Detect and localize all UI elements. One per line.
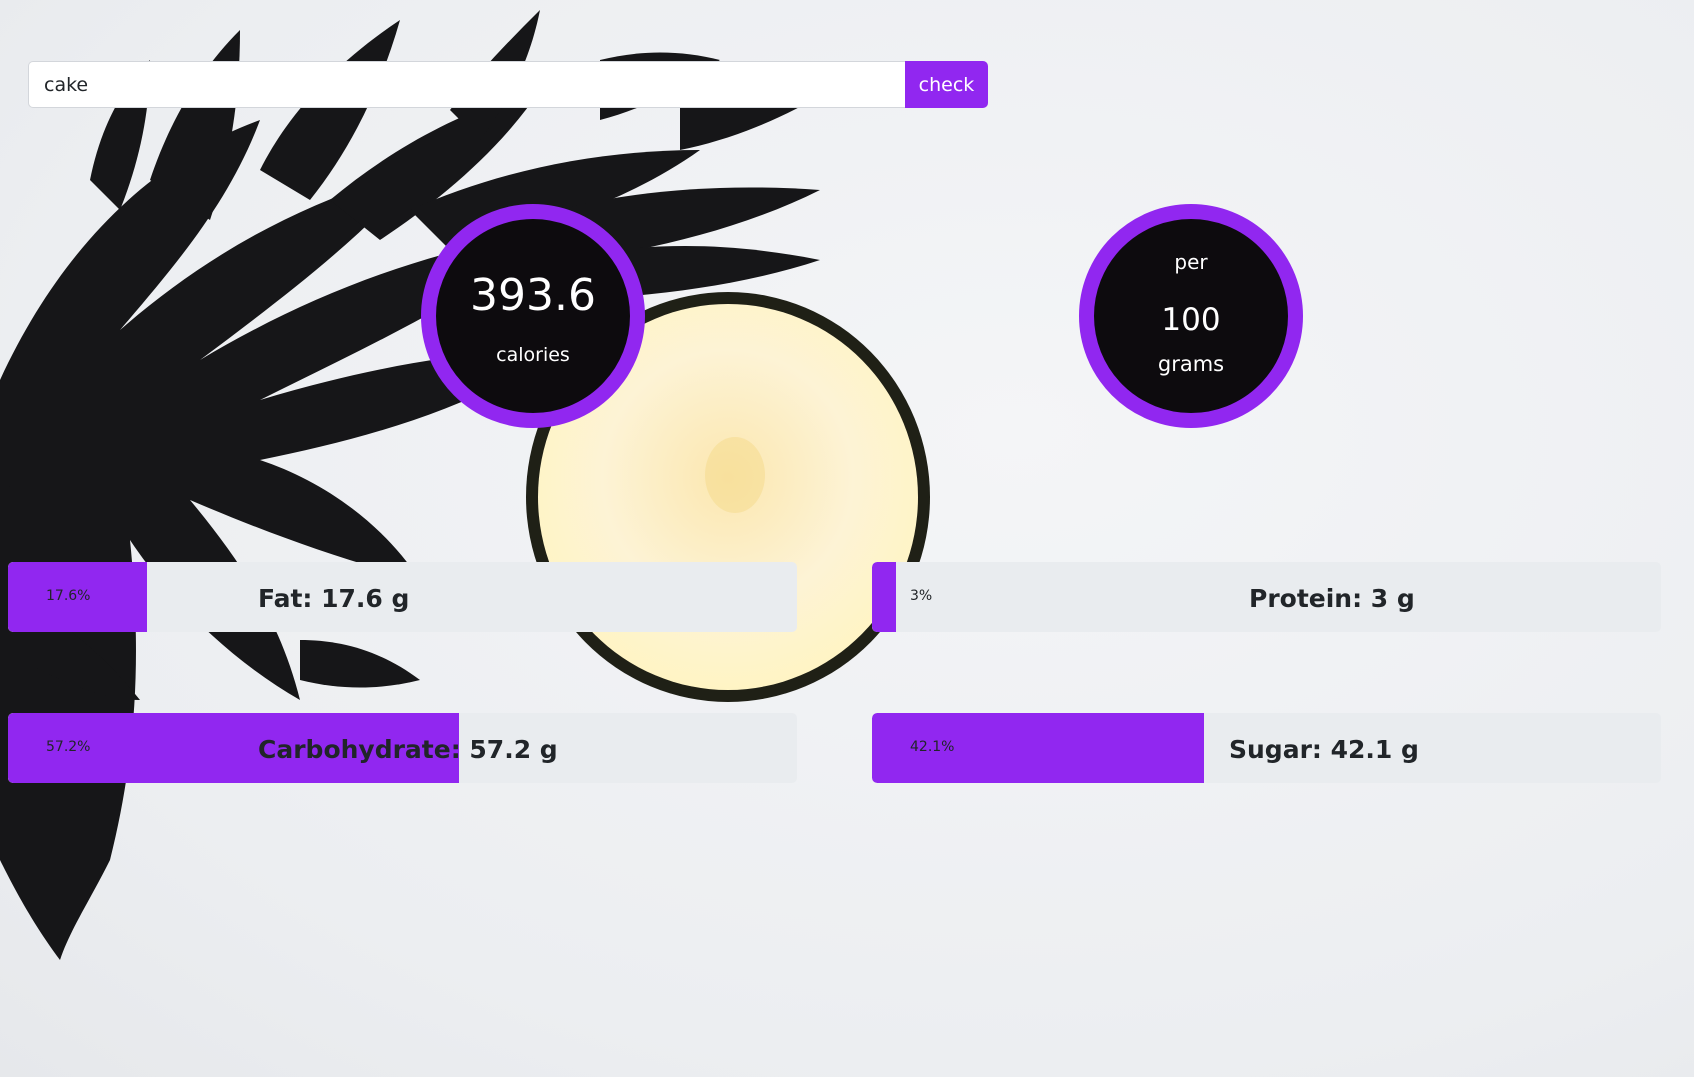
check-button[interactable]: check: [905, 61, 988, 108]
pineapple-background-image: [0, 10, 930, 960]
protein-percent: 3%: [910, 588, 933, 604]
serving-amount: 100: [1161, 302, 1221, 338]
fat-label: Fat: 17.6 g: [258, 584, 410, 613]
calories-label: calories: [496, 344, 570, 366]
search-bar: check: [28, 61, 988, 108]
sugar-label: Sugar: 42.1 g: [1229, 735, 1419, 764]
protein-progress-fill: [872, 562, 896, 632]
sugar-progress-bar: 42.1% Sugar: 42.1 g: [872, 713, 1661, 783]
sugar-percent: 42.1%: [910, 739, 955, 755]
carbohydrate-progress-bar: 57.2% Carbohydrate: 57.2 g: [8, 713, 797, 783]
calories-value: 393.6: [470, 270, 596, 321]
protein-label: Protein: 3 g: [1249, 584, 1415, 613]
fat-progress-bar: 17.6% Fat: 17.6 g: [8, 562, 797, 632]
calories-circle: 393.6 calories: [421, 204, 645, 428]
carbohydrate-percent: 57.2%: [46, 739, 91, 755]
serving-size-circle: per 100 grams: [1079, 204, 1303, 428]
protein-progress-bar: 3% Protein: 3 g: [872, 562, 1661, 632]
fat-percent: 17.6%: [46, 588, 91, 604]
carbohydrate-label: Carbohydrate: 57.2 g: [258, 735, 558, 764]
search-input[interactable]: [28, 61, 905, 108]
serving-unit: grams: [1157, 352, 1225, 376]
per-label: per: [1174, 250, 1208, 274]
